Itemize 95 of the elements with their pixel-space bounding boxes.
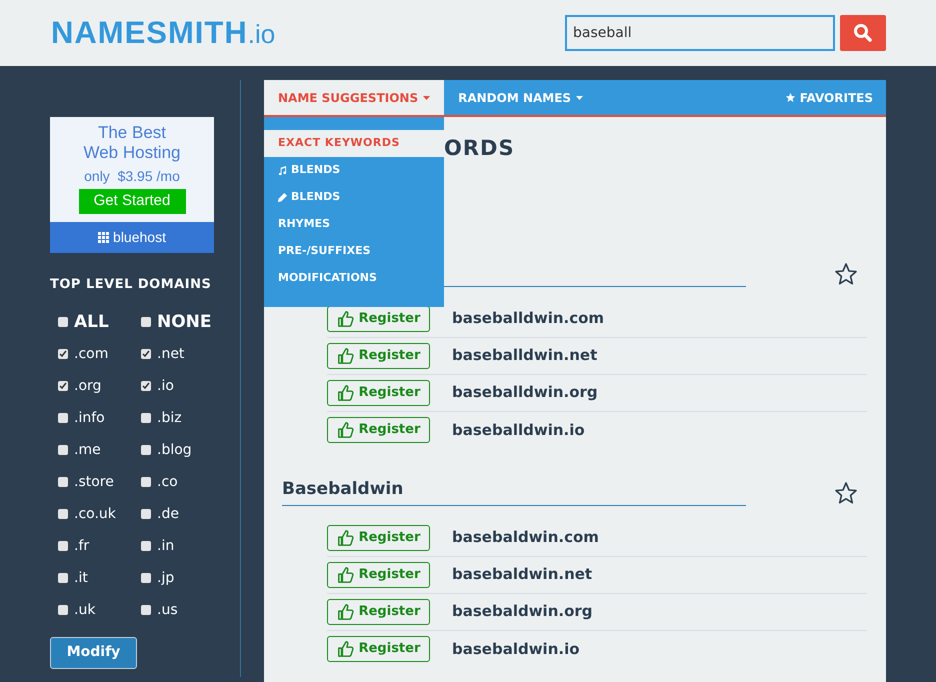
checkbox-label: .store — [74, 472, 114, 492]
search-field[interactable]: baseball — [565, 15, 835, 51]
thumbs-up-icon — [336, 528, 355, 546]
checkbox[interactable] — [58, 412, 68, 422]
thumbs-up-icon — [336, 421, 355, 439]
checkbox[interactable] — [141, 604, 151, 614]
register-button[interactable]: Register — [327, 562, 430, 588]
ad-banner[interactable]: The Best Web Hosting only $3.95 /mo Get Started bluehost — [50, 117, 214, 253]
nav-tab[interactable]: NAME SUGGESTIONS — [264, 80, 444, 115]
domain-name: baseballdwin.io — [452, 420, 585, 441]
music-note-icon — [278, 166, 287, 175]
domain-name: basebaldwin.com — [452, 527, 599, 548]
checkbox-label: .info — [74, 408, 105, 428]
checkbox-label: ALL — [74, 310, 109, 332]
checkbox[interactable] — [141, 572, 151, 582]
checkbox[interactable] — [58, 508, 68, 518]
checkbox-label: .co.uk — [74, 504, 116, 524]
checkbox[interactable] — [58, 476, 68, 486]
checkbox[interactable] — [141, 476, 151, 486]
checkbox-label: .org — [74, 376, 102, 396]
checkbox-label: .us — [157, 600, 178, 620]
register-button[interactable]: Register — [327, 636, 430, 662]
thumbs-up-icon — [336, 566, 355, 584]
checkbox[interactable] — [58, 348, 68, 358]
register-button[interactable]: Register — [327, 342, 430, 368]
checkbox[interactable] — [58, 380, 68, 390]
domain-name: baseballdwin.org — [452, 382, 598, 404]
menu-item[interactable]: BLENDS — [264, 157, 444, 184]
ad-price: only $3.95 /mo — [84, 167, 180, 186]
checkbox[interactable] — [141, 380, 151, 390]
checkbox[interactable] — [141, 412, 151, 422]
menu-item[interactable]: BLENDS — [264, 184, 444, 211]
thumbs-up-icon — [336, 346, 355, 364]
checkbox[interactable] — [141, 540, 151, 550]
checkbox[interactable] — [141, 316, 151, 326]
thumbs-up-icon — [336, 602, 355, 620]
thumbs-up-icon — [336, 384, 355, 402]
favorites-link[interactable]: FAVORITES — [784, 80, 873, 115]
register-button[interactable]: Register — [327, 417, 430, 443]
checkbox-label: .co — [157, 472, 178, 492]
nav-tab[interactable]: RANDOM NAMES — [444, 80, 598, 115]
checkbox-label: .me — [74, 440, 101, 460]
checkbox-label: .uk — [74, 600, 96, 620]
register-button[interactable]: Register — [327, 598, 430, 624]
pencil-icon — [278, 193, 287, 202]
search-button[interactable] — [840, 15, 886, 51]
modify-button[interactable]: Modify — [50, 636, 137, 668]
checkbox-label: .blog — [157, 440, 192, 460]
checkbox-label: .it — [74, 568, 88, 588]
register-button[interactable]: Register — [327, 306, 430, 332]
ad-headline: The Best Web Hosting — [83, 122, 180, 163]
checkbox-label: NONE — [157, 310, 212, 332]
menu-item[interactable]: EXACT KEYWORDS — [264, 130, 444, 157]
register-button[interactable]: Register — [327, 524, 430, 550]
star-icon — [784, 92, 796, 103]
thumbs-up-icon — [336, 310, 355, 328]
caret-icon — [423, 96, 430, 100]
domain-name: baseballdwin.net — [452, 345, 598, 366]
domain-name: basebaldwin.org — [452, 601, 593, 622]
logo-suffix: .io — [248, 18, 276, 51]
caret-icon — [576, 96, 584, 100]
grid-icon — [98, 232, 110, 243]
checkbox-label: .net — [157, 344, 184, 364]
checkbox[interactable] — [58, 316, 68, 326]
checkbox[interactable] — [141, 348, 151, 358]
menu-item[interactable]: RHYMES — [264, 211, 444, 238]
menu-item[interactable]: MODIFICATIONS — [264, 265, 444, 292]
checkbox[interactable] — [58, 572, 68, 582]
checkbox-label: .de — [157, 504, 179, 524]
search-icon — [853, 23, 873, 43]
checkbox-label: .fr — [74, 536, 90, 556]
checkbox-label: .com — [74, 344, 108, 364]
logo-text[interactable]: NAMESMITH — [51, 10, 248, 56]
checkbox-label: .jp — [157, 568, 174, 588]
checkbox-label: .in — [157, 536, 174, 556]
domain-name: baseballdwin.com — [452, 308, 604, 330]
menu-item[interactable]: PRE-/SUFFIXES — [264, 238, 444, 265]
page-heading: ORDS — [444, 135, 516, 162]
checkbox[interactable] — [58, 604, 68, 614]
register-button[interactable]: Register — [327, 380, 430, 406]
checkbox[interactable] — [58, 444, 68, 454]
thumbs-up-icon — [336, 640, 355, 658]
get-started-button[interactable]: Get Started — [78, 189, 186, 214]
checkbox[interactable] — [58, 540, 68, 550]
group-title: Basebaldwin — [282, 478, 404, 501]
brand-name: bluehost — [113, 228, 166, 247]
checkbox-label: .io — [157, 376, 174, 396]
checkbox[interactable] — [141, 444, 151, 454]
sidebar-heading: TOP LEVEL DOMAINS — [50, 276, 212, 294]
checkbox-label: .biz — [157, 408, 182, 428]
domain-name: basebaldwin.net — [452, 564, 592, 586]
star-outline-icon[interactable] — [834, 262, 858, 286]
checkbox[interactable] — [141, 508, 151, 518]
domain-name: basebaldwin.io — [452, 638, 580, 660]
star-outline-icon[interactable] — [834, 480, 858, 504]
